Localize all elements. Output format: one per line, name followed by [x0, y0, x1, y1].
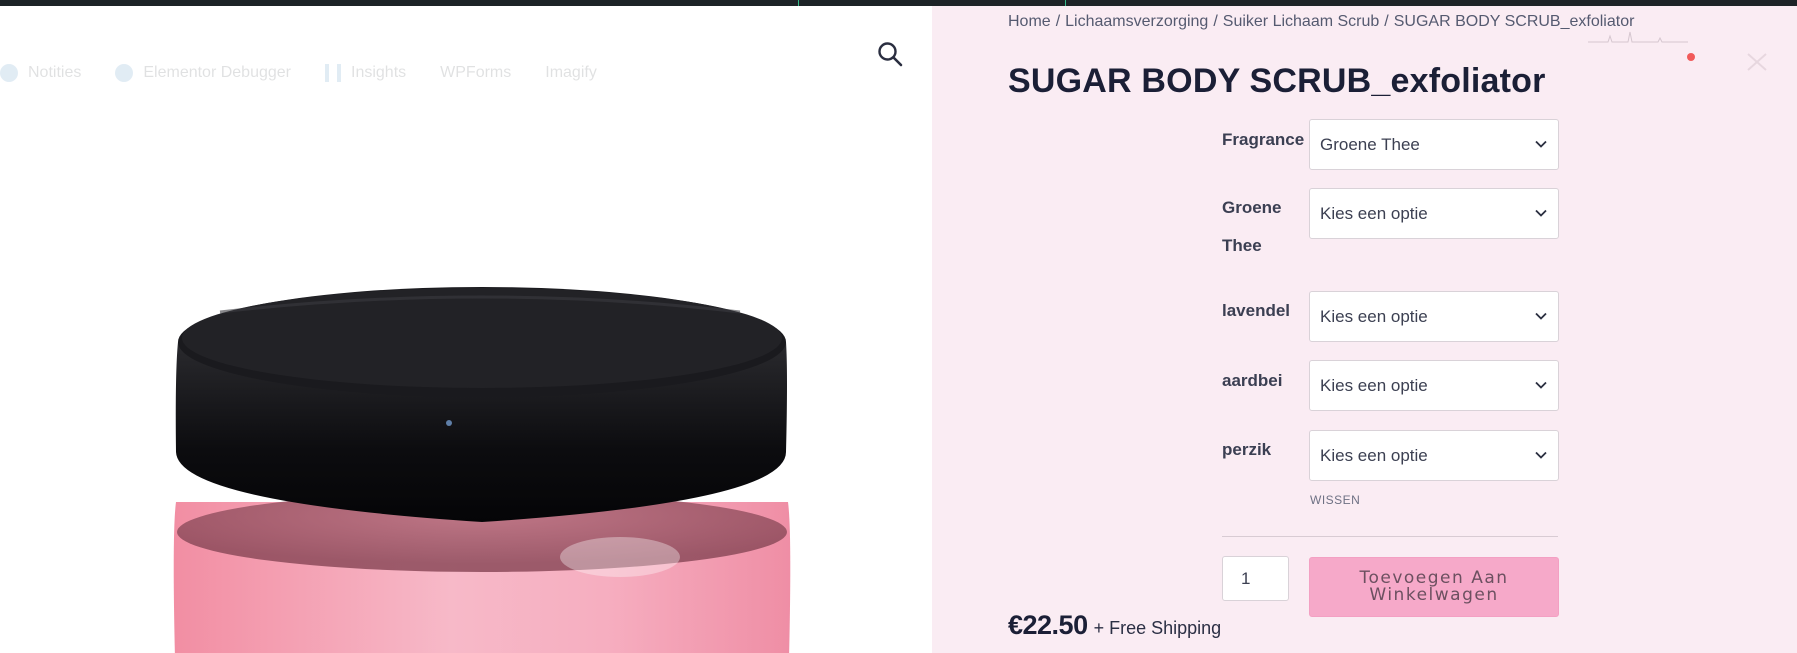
breadcrumb-current: SUGAR BODY SCRUB_exfoliator [1393, 13, 1635, 30]
variation-label-lavendel: lavendel [1222, 301, 1291, 320]
variation-select-value: Kies een optie [1320, 306, 1428, 326]
variation-select-value: Groene Thee [1320, 134, 1420, 154]
breadcrumb-separator: / [1055, 13, 1061, 30]
breadcrumb-separator: / [1213, 13, 1218, 30]
chevron-down-icon [1535, 140, 1547, 148]
product-title: SUGAR BODY SCRUB_exfoliator [1008, 62, 1546, 100]
add-to-cart-button[interactable]: Toevoegen Aan Winkelwagen [1309, 557, 1559, 617]
search-icon[interactable] [876, 40, 904, 68]
admin-bar: Notities Elementor Debugger Insights WPF… [0, 56, 597, 90]
variation-label-perzik: perzik [1222, 440, 1272, 459]
notes-icon [0, 64, 18, 82]
chevron-down-icon [1535, 451, 1547, 459]
product-image-jar [173, 287, 791, 653]
admin-bar-item-elementor-debugger[interactable]: Elementor Debugger [115, 64, 291, 82]
variation-select-lavendel[interactable]: Kies een optie [1309, 291, 1559, 342]
product-summary: Home / Lichaamsverzorging / Suiker Licha… [932, 6, 1797, 653]
variation-select-aardbei[interactable]: Kies een optie [1309, 360, 1559, 411]
breadcrumb-suiker-lichaam-scrub[interactable]: Suiker Lichaam Scrub [1223, 13, 1380, 31]
price-row: €22.50 + Free Shipping [1008, 610, 1221, 641]
product-gallery: Notities Elementor Debugger Insights WPF… [0, 6, 932, 653]
elementor-icon [115, 64, 134, 82]
insights-icon [325, 64, 341, 82]
variation-select-fragrance[interactable]: Groene Thee [1309, 119, 1559, 170]
breadcrumb-separator: / [1384, 13, 1389, 30]
divider [1222, 536, 1558, 537]
product-price: €22.50 [1008, 610, 1088, 640]
variation-select-perzik[interactable]: Kies een optie [1309, 430, 1559, 481]
admin-bar-item-insights[interactable]: Insights [325, 64, 406, 82]
variation-label-aardbei: aardbei [1222, 371, 1283, 390]
breadcrumb: Home / Lichaamsverzorging / Suiker Licha… [1008, 13, 1634, 31]
chevron-down-icon [1535, 312, 1547, 320]
admin-bar-item-notities[interactable]: Notities [0, 64, 81, 82]
variation-select-value: Kies een optie [1320, 203, 1428, 223]
variation-select-value: Kies een optie [1320, 445, 1428, 465]
variation-label-fragrance: Fragrance [1222, 130, 1305, 149]
breadcrumb-lichaamsverzorging[interactable]: Lichaamsverzorging [1065, 13, 1208, 31]
quantity-input[interactable]: 1 [1222, 556, 1289, 601]
variation-select-groene-thee[interactable]: Kies een optie [1309, 188, 1559, 239]
variation-label-groene-thee: Groene Thee [1222, 198, 1282, 255]
chevron-down-icon [1535, 209, 1547, 217]
breadcrumb-home[interactable]: Home [1008, 13, 1051, 31]
notification-dot-icon [1687, 53, 1695, 61]
reset-variations-link[interactable]: WISSEN [1310, 493, 1360, 507]
variation-select-value: Kies een optie [1320, 375, 1428, 395]
chevron-down-icon [1535, 381, 1547, 389]
quantity-value: 1 [1241, 568, 1251, 588]
shipping-note: + Free Shipping [1093, 618, 1222, 638]
admin-bar-item-wpforms[interactable]: WPForms [440, 64, 511, 82]
admin-bar-item-imagify[interactable]: Imagify [545, 64, 597, 82]
